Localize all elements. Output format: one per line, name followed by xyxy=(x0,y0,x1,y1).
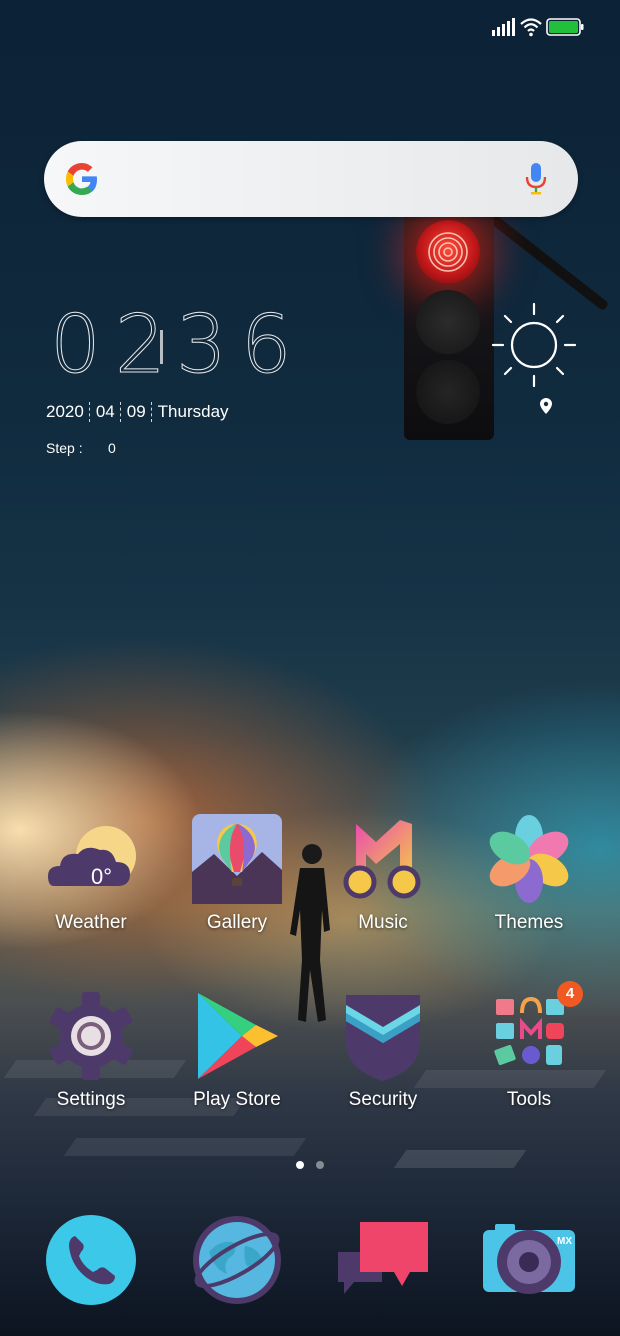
gallery-balloon-icon xyxy=(192,814,282,904)
app-themes[interactable]: Themes xyxy=(469,814,589,934)
phone-icon[interactable] xyxy=(43,1212,139,1308)
browser-icon[interactable] xyxy=(189,1212,285,1308)
svg-text:MX: MX xyxy=(557,1236,572,1247)
app-label: Security xyxy=(348,1089,418,1110)
fingerprint-icon xyxy=(428,232,468,272)
security-shield-icon xyxy=(346,995,420,1081)
date-weekday: Thursday xyxy=(157,402,229,421)
status-bar xyxy=(0,0,620,56)
app-tools-folder[interactable]: Tools xyxy=(469,991,589,1111)
red-lamp xyxy=(416,220,480,284)
app-music[interactable]: Music xyxy=(323,814,443,934)
date-month: 04 xyxy=(95,402,115,421)
location-pin-icon xyxy=(540,398,552,414)
page-dot-active[interactable] xyxy=(296,1161,304,1169)
date-divider xyxy=(150,402,153,422)
step-label: Step : xyxy=(46,440,83,456)
page-indicator[interactable] xyxy=(294,1161,328,1171)
play-store-icon xyxy=(198,993,278,1079)
app-label: Music xyxy=(358,912,408,933)
app-weather[interactable]: 0° Weather xyxy=(31,814,151,934)
step-counter: Step : 0 xyxy=(46,440,116,456)
cellular-signal-icon xyxy=(492,18,515,36)
road-stripe xyxy=(63,1138,307,1156)
date-divider xyxy=(119,402,122,422)
date-day: 09 xyxy=(126,402,146,421)
road-stripe xyxy=(393,1150,527,1168)
messages-icon[interactable] xyxy=(336,1212,432,1308)
page-dot[interactable] xyxy=(316,1161,324,1169)
sun-icon[interactable] xyxy=(491,302,577,388)
app-settings[interactable]: Settings xyxy=(31,991,151,1111)
wifi-icon xyxy=(520,18,542,37)
app-security[interactable]: Security xyxy=(323,991,443,1111)
app-label: Settings xyxy=(56,1089,126,1110)
step-value: 0 xyxy=(108,440,116,456)
date-row: 2020 04 09 Thursday xyxy=(46,402,229,422)
app-label: Themes xyxy=(494,912,564,933)
date-year: 2020 xyxy=(46,402,84,421)
settings-gear-icon xyxy=(49,992,133,1080)
app-label: Play Store xyxy=(193,1089,281,1110)
app-label: Gallery xyxy=(206,912,268,933)
microphone-icon[interactable] xyxy=(524,161,548,197)
date-divider xyxy=(88,402,91,422)
weather-temp: 0° xyxy=(91,864,113,889)
camera-icon[interactable]: MX xyxy=(481,1212,577,1308)
clock-widget[interactable]: 02 36 xyxy=(46,298,346,391)
clock-minutes: 36 xyxy=(176,298,306,391)
app-label: Tools xyxy=(506,1089,552,1110)
google-search-bar[interactable] xyxy=(44,141,578,217)
green-lamp xyxy=(416,360,480,424)
themes-flower-icon xyxy=(489,815,569,903)
app-label: Weather xyxy=(55,912,127,933)
notification-badge: 4 xyxy=(557,981,583,1007)
traffic-light xyxy=(404,212,494,440)
clock-separator xyxy=(160,330,163,364)
tools-folder-icon xyxy=(494,996,564,1066)
yellow-lamp xyxy=(416,290,480,354)
battery-full-icon xyxy=(546,18,584,36)
weather-app-icon xyxy=(48,826,136,886)
app-play-store[interactable]: Play Store xyxy=(177,991,297,1111)
google-g-icon xyxy=(66,163,97,195)
music-note-icon xyxy=(343,820,421,899)
app-gallery[interactable]: Gallery xyxy=(177,814,297,934)
